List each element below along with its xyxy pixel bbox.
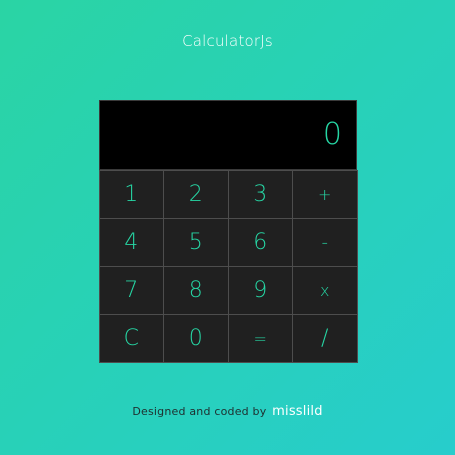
key-1[interactable]: 1 <box>98 169 164 219</box>
key-8[interactable]: 8 <box>163 265 229 315</box>
display-value: 0 <box>322 117 342 152</box>
key-multiply[interactable]: x <box>292 265 358 315</box>
key-9[interactable]: 9 <box>227 265 293 315</box>
key-minus[interactable]: - <box>292 217 358 267</box>
key-divide[interactable]: / <box>292 313 358 363</box>
footer-credit: Designed and coded by misslild <box>0 404 455 419</box>
key-2[interactable]: 2 <box>163 169 229 219</box>
footer-text: Designed and coded by <box>132 405 267 418</box>
key-clear[interactable]: C <box>98 313 164 363</box>
key-7[interactable]: 7 <box>98 265 164 315</box>
key-4[interactable]: 4 <box>98 217 164 267</box>
key-6[interactable]: 6 <box>227 217 293 267</box>
page-title: CalculatorJs <box>182 32 273 50</box>
key-5[interactable]: 5 <box>163 217 229 267</box>
key-plus[interactable]: + <box>292 169 358 219</box>
key-3[interactable]: 3 <box>227 169 293 219</box>
calculator-display: 0 <box>99 100 357 170</box>
key-0[interactable]: 0 <box>163 313 229 363</box>
calculator: 0 1 2 3 + 4 5 6 - 7 8 9 x C 0 = / <box>98 100 358 363</box>
author-link[interactable]: misslild <box>272 404 323 419</box>
keypad: 1 2 3 + 4 5 6 - 7 8 9 x C 0 = / <box>98 169 358 363</box>
key-equals[interactable]: = <box>227 313 293 363</box>
